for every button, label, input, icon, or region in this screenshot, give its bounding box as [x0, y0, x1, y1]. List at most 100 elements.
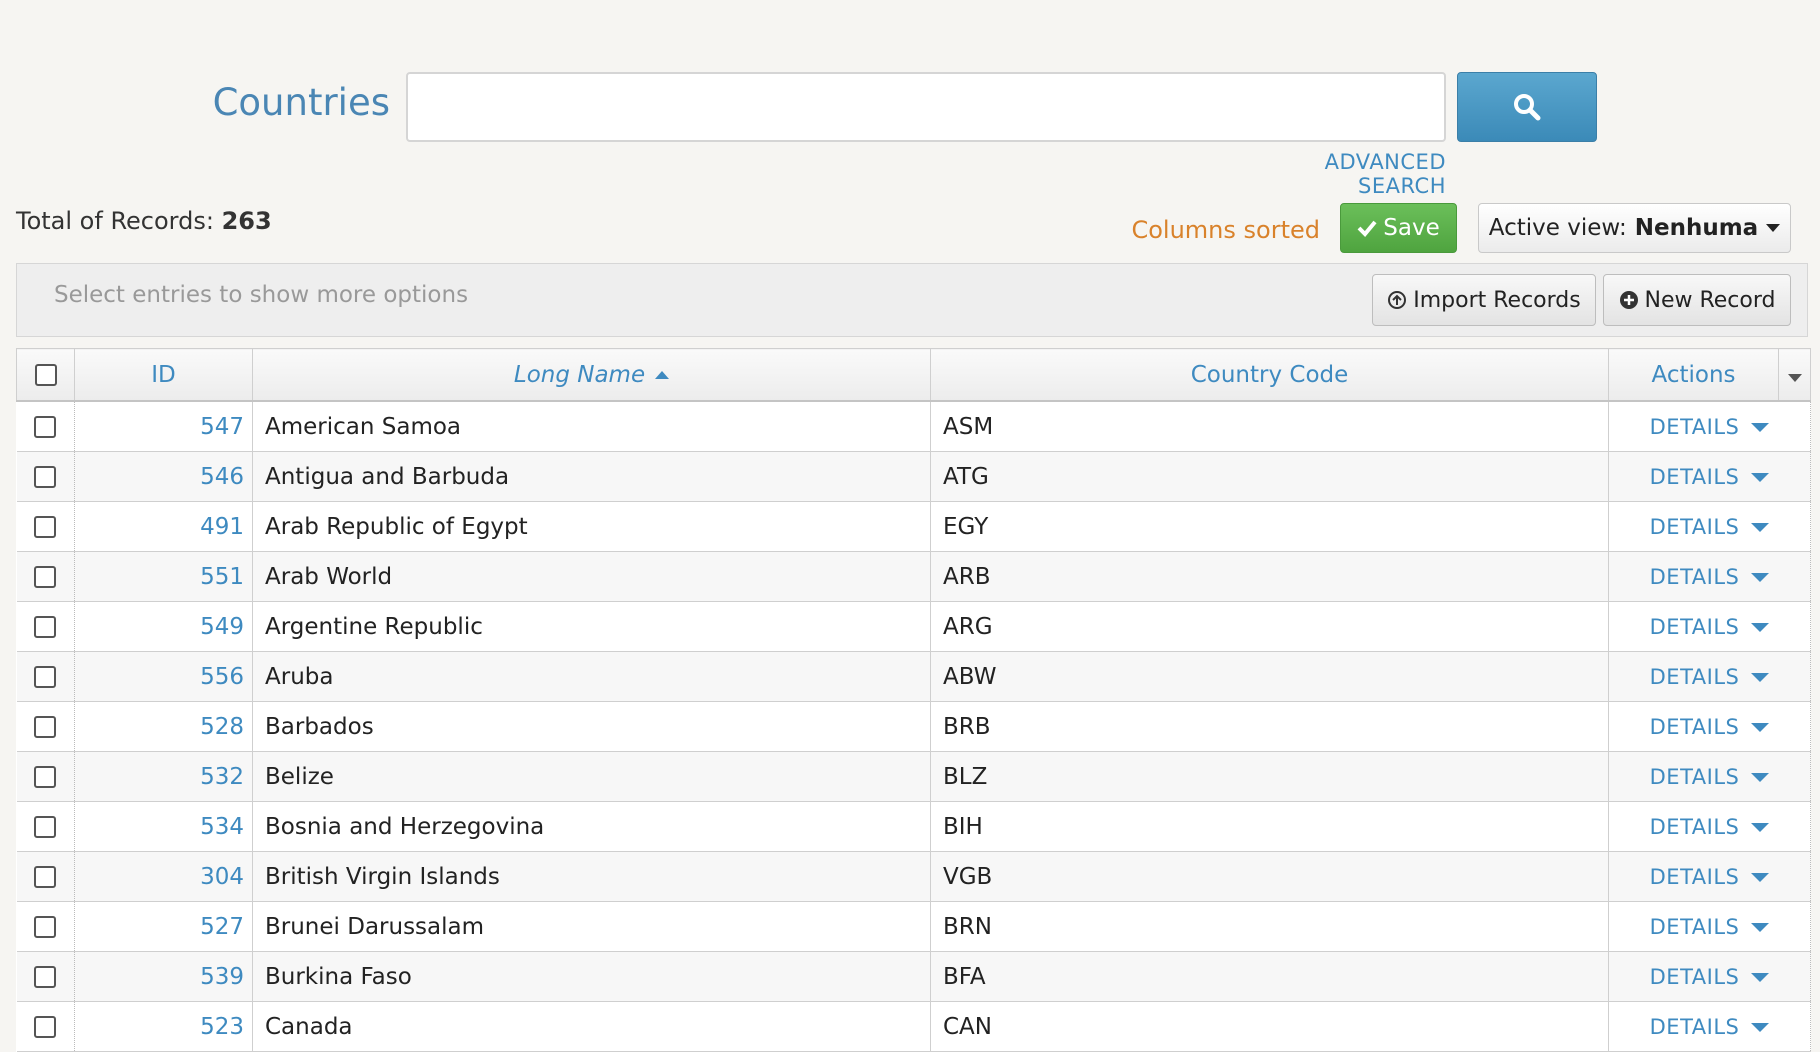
row-details-action[interactable]: DETAILS — [1608, 551, 1811, 602]
table-row: 549 Argentine Republic ARG DETAILS — [16, 601, 1811, 652]
details-link[interactable]: DETAILS — [1650, 815, 1740, 839]
chevron-down-icon[interactable] — [1751, 772, 1770, 782]
chevron-down-icon[interactable] — [1751, 972, 1770, 982]
table-row: 551 Arab World ARB DETAILS — [16, 551, 1811, 602]
chevron-down-icon[interactable] — [1751, 1022, 1770, 1032]
chevron-down-icon[interactable] — [1751, 472, 1770, 482]
row-checkbox[interactable] — [34, 1016, 57, 1038]
table-row: 528 Barbados BRB DETAILS — [16, 701, 1811, 752]
row-details-action[interactable]: DETAILS — [1608, 1001, 1811, 1052]
row-checkbox[interactable] — [34, 666, 57, 688]
row-id[interactable]: 549 — [74, 601, 253, 652]
details-link[interactable]: DETAILS — [1650, 515, 1740, 539]
row-id[interactable]: 556 — [74, 651, 253, 702]
column-header-id[interactable]: ID — [74, 348, 253, 402]
details-link[interactable]: DETAILS — [1650, 665, 1740, 689]
column-header-country-code[interactable]: Country Code — [930, 348, 1609, 402]
row-id[interactable]: 539 — [74, 951, 253, 1002]
details-link[interactable]: DETAILS — [1650, 865, 1740, 889]
table-header-row: ID Long Name Country Code Actions — [16, 348, 1811, 402]
row-checkbox[interactable] — [34, 916, 57, 938]
row-long-name: British Virgin Islands — [252, 851, 931, 902]
active-view-dropdown[interactable]: Active view: Nenhuma — [1478, 203, 1791, 253]
save-label: Save — [1383, 215, 1440, 241]
details-link[interactable]: DETAILS — [1650, 765, 1740, 789]
row-details-action[interactable]: DETAILS — [1608, 401, 1811, 452]
import-records-button[interactable]: Import Records — [1372, 274, 1596, 326]
advanced-search-link[interactable]: ADVANCED SEARCH — [1230, 150, 1446, 198]
row-checkbox[interactable] — [34, 416, 57, 438]
row-id[interactable]: 532 — [74, 751, 253, 802]
table-row: 527 Brunei Darussalam BRN DETAILS — [16, 901, 1811, 952]
row-details-action[interactable]: DETAILS — [1608, 701, 1811, 752]
table-row: 491 Arab Republic of Egypt EGY DETAILS — [16, 501, 1811, 552]
details-link[interactable]: DETAILS — [1650, 565, 1740, 589]
row-checkbox[interactable] — [34, 716, 57, 738]
select-all-checkbox[interactable] — [34, 364, 57, 386]
row-id[interactable]: 551 — [74, 551, 253, 602]
chevron-down-icon[interactable] — [1751, 822, 1770, 832]
row-id[interactable]: 527 — [74, 901, 253, 952]
chevron-down-icon — [1787, 373, 1802, 382]
search-input[interactable] — [406, 72, 1446, 142]
row-country-code: EGY — [930, 501, 1609, 552]
chevron-down-icon[interactable] — [1751, 872, 1770, 882]
row-select-cell — [16, 551, 75, 602]
details-link[interactable]: DETAILS — [1650, 465, 1740, 489]
chevron-down-icon[interactable] — [1751, 522, 1770, 532]
row-details-action[interactable]: DETAILS — [1608, 851, 1811, 902]
row-long-name: Antigua and Barbuda — [252, 451, 931, 502]
column-options-toggle[interactable] — [1778, 348, 1811, 402]
page-title: Countries — [212, 81, 390, 124]
chevron-down-icon[interactable] — [1751, 422, 1770, 432]
row-id[interactable]: 547 — [74, 401, 253, 452]
row-checkbox[interactable] — [34, 516, 57, 538]
details-link[interactable]: DETAILS — [1650, 715, 1740, 739]
details-link[interactable]: DETAILS — [1650, 415, 1740, 439]
row-country-code: ARG — [930, 601, 1609, 652]
row-checkbox[interactable] — [34, 466, 57, 488]
row-checkbox[interactable] — [34, 616, 57, 638]
details-link[interactable]: DETAILS — [1650, 1015, 1740, 1039]
row-checkbox[interactable] — [34, 866, 57, 888]
row-details-action[interactable]: DETAILS — [1608, 801, 1811, 852]
toolbar-hint: Select entries to show more options — [54, 282, 469, 308]
row-details-action[interactable]: DETAILS — [1608, 601, 1811, 652]
row-id[interactable]: 491 — [74, 501, 253, 552]
chevron-down-icon[interactable] — [1751, 572, 1770, 582]
row-id[interactable]: 304 — [74, 851, 253, 902]
details-link[interactable]: DETAILS — [1650, 965, 1740, 989]
active-view-label: Active view: — [1488, 215, 1627, 241]
row-checkbox[interactable] — [34, 966, 57, 988]
row-id[interactable]: 528 — [74, 701, 253, 752]
row-long-name: Arab World — [252, 551, 931, 602]
row-long-name: Aruba — [252, 651, 931, 702]
row-checkbox[interactable] — [34, 816, 57, 838]
row-details-action[interactable]: DETAILS — [1608, 751, 1811, 802]
new-record-button[interactable]: New Record — [1603, 274, 1791, 326]
search-button[interactable] — [1457, 72, 1597, 142]
row-details-action[interactable]: DETAILS — [1608, 901, 1811, 952]
row-id[interactable]: 546 — [74, 451, 253, 502]
row-details-action[interactable]: DETAILS — [1608, 501, 1811, 552]
row-checkbox[interactable] — [34, 766, 57, 788]
chevron-down-icon[interactable] — [1751, 922, 1770, 932]
chevron-down-icon[interactable] — [1751, 622, 1770, 632]
save-button[interactable]: Save — [1340, 203, 1457, 253]
row-id[interactable]: 534 — [74, 801, 253, 852]
row-details-action[interactable]: DETAILS — [1608, 651, 1811, 702]
row-long-name: Belize — [252, 751, 931, 802]
row-details-action[interactable]: DETAILS — [1608, 451, 1811, 502]
column-header-long-name[interactable]: Long Name — [252, 348, 931, 402]
total-records-value: 263 — [221, 207, 272, 235]
row-details-action[interactable]: DETAILS — [1608, 951, 1811, 1002]
chevron-down-icon[interactable] — [1751, 722, 1770, 732]
details-link[interactable]: DETAILS — [1650, 915, 1740, 939]
row-checkbox[interactable] — [34, 566, 57, 588]
row-select-cell — [16, 751, 75, 802]
chevron-down-icon[interactable] — [1751, 672, 1770, 682]
details-link[interactable]: DETAILS — [1650, 615, 1740, 639]
row-id[interactable]: 523 — [74, 1001, 253, 1052]
row-select-cell — [16, 701, 75, 752]
row-select-cell — [16, 951, 75, 1002]
